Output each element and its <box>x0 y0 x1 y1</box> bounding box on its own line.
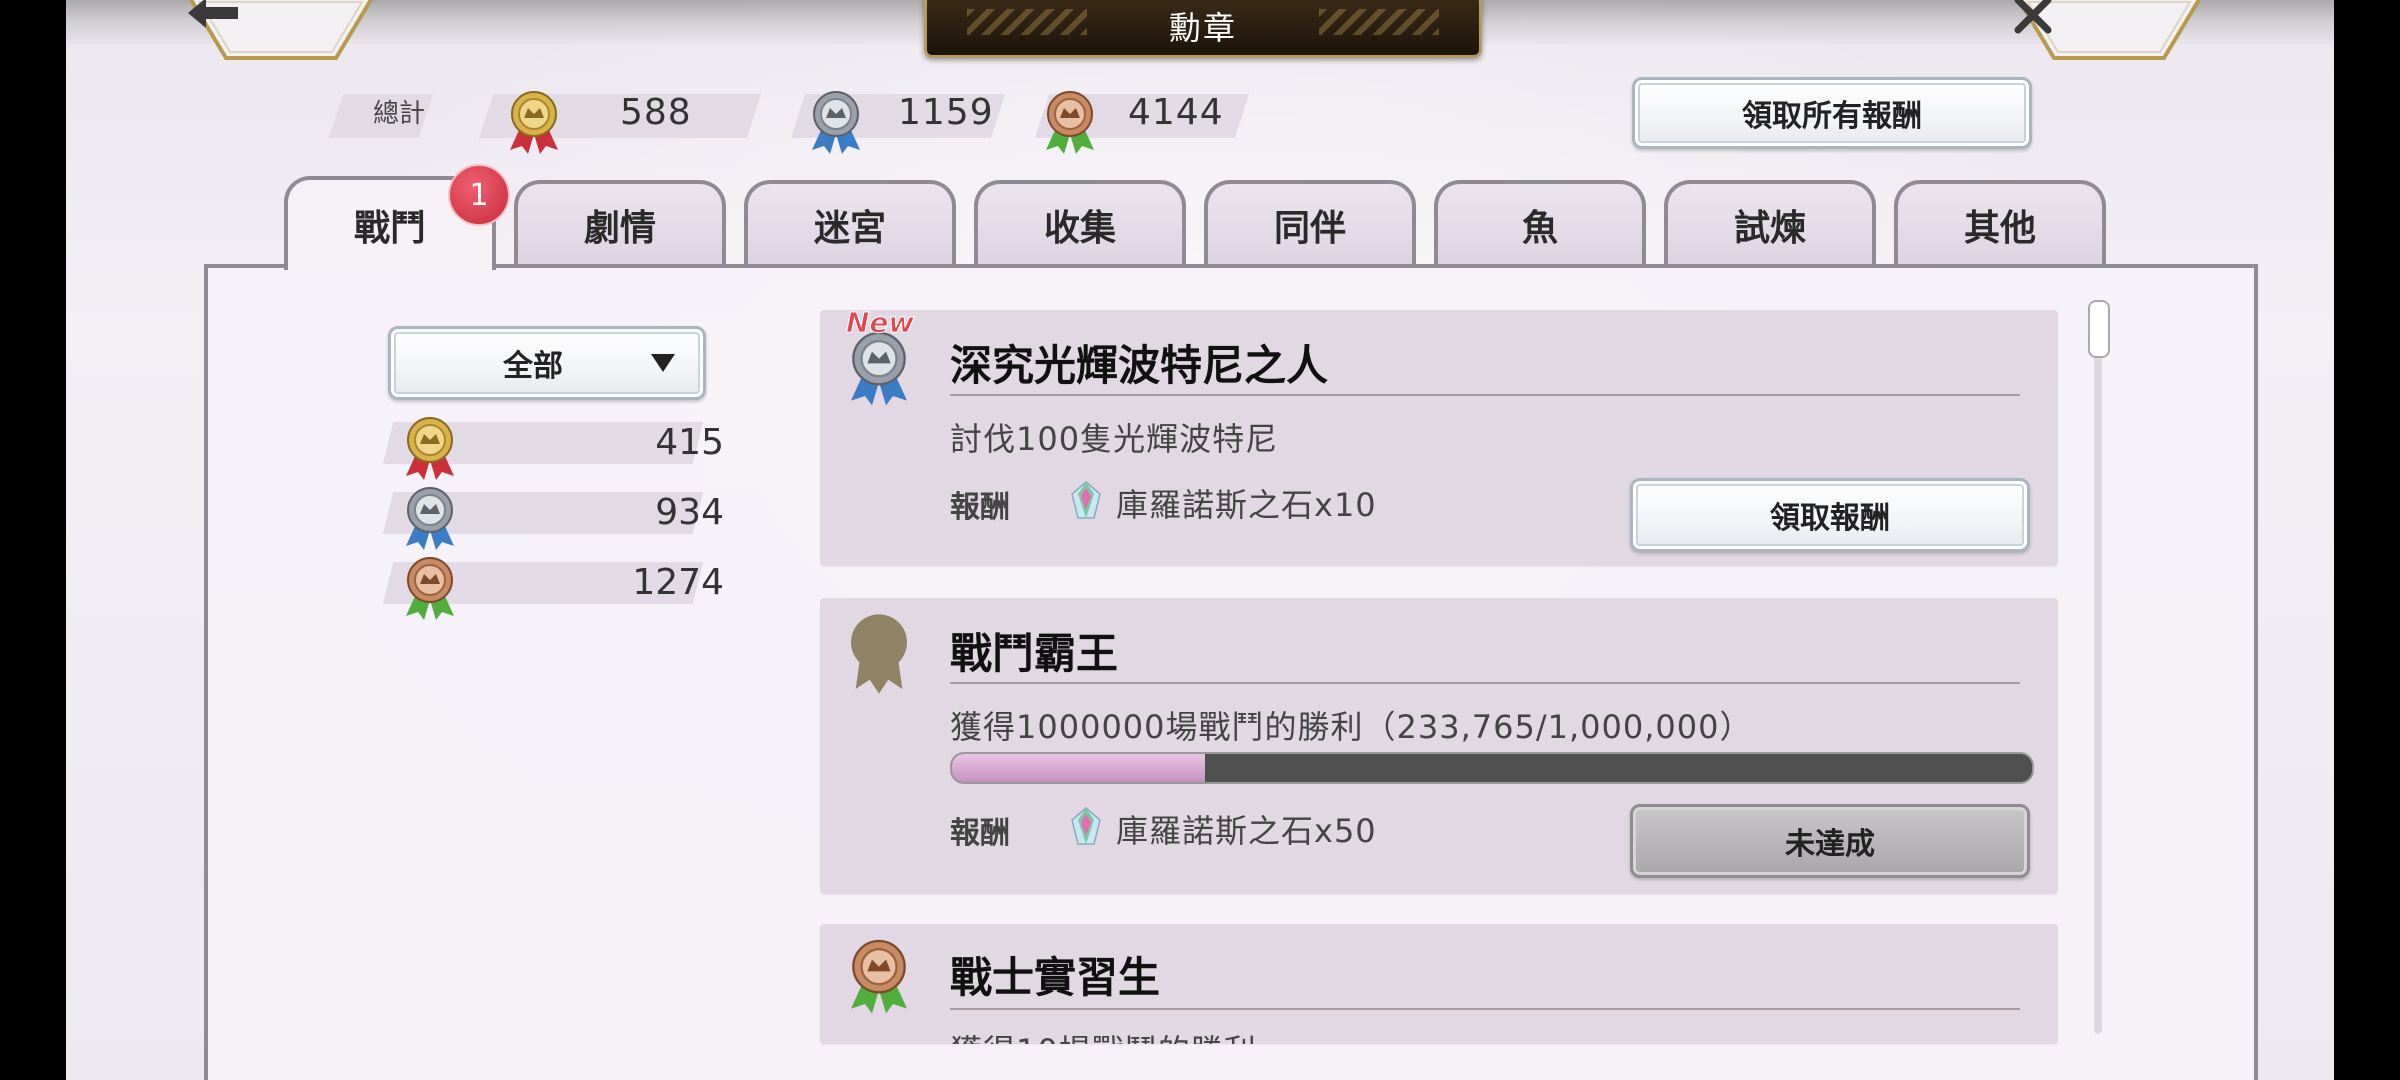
medal-description: 獲得1000000場戰鬥的勝利（233,765/1,000,000） <box>950 708 1753 746</box>
silver-medal-icon <box>406 487 454 550</box>
filter-dropdown[interactable]: 全部 <box>388 326 706 400</box>
scrollbar-track[interactable] <box>2094 300 2102 1034</box>
close-button[interactable] <box>2014 0 2204 62</box>
gold-medal-icon <box>406 417 454 480</box>
medal-title: 深究光輝波特尼之人 <box>950 341 1329 390</box>
tab-companion[interactable]: 同伴 <box>1204 180 1416 266</box>
title-divider <box>950 682 2020 684</box>
page-title: 勳章 <box>1168 9 1237 47</box>
chronos-stone-icon <box>1071 481 1101 519</box>
not-achieved-button: 未達成 <box>1630 804 2030 878</box>
chronos-stone-icon <box>1071 807 1101 845</box>
medal-title: 戰士實習生 <box>950 953 1161 1002</box>
progress-fill <box>952 754 1205 782</box>
filter-bronze-count: 1274 <box>632 562 724 603</box>
tab-fish[interactable]: 魚 <box>1434 180 1646 266</box>
filter-gold-count: 415 <box>655 422 724 463</box>
reward-text: 庫羅諾斯之石x50 <box>1116 812 1377 850</box>
tab-story[interactable]: 劇情 <box>514 180 726 266</box>
total-gold-count: 588 <box>620 92 692 133</box>
tab-other[interactable]: 其他 <box>1894 180 2106 266</box>
silver-medal-icon <box>851 331 907 406</box>
title-divider <box>950 1008 2020 1010</box>
claim-reward-button[interactable]: 領取報酬 <box>1630 478 2030 552</box>
reward-label: 報酬 <box>950 490 1010 525</box>
total-silver-count: 1159 <box>898 92 994 133</box>
medal-card: 戰士實習生 獲得10場戰鬥的勝利 <box>820 924 2058 1044</box>
title-divider <box>950 394 2020 396</box>
tab-collection[interactable]: 收集 <box>974 180 1186 266</box>
reward-text: 庫羅諾斯之石x10 <box>1116 486 1377 524</box>
tab-trial[interactable]: 試煉 <box>1664 180 1876 266</box>
game-screen: 勳章 總計 588 1159 4144 領取所有報酬 戰鬥 劇情 迷宮 收集 同… <box>66 0 2334 1080</box>
silver-medal-icon <box>812 91 860 154</box>
tab-labyrinth[interactable]: 迷宮 <box>744 180 956 266</box>
back-button[interactable] <box>186 0 376 62</box>
locked-medal-icon <box>851 614 907 694</box>
total-bronze-count: 4144 <box>1128 92 1224 133</box>
reward-label: 報酬 <box>950 816 1010 851</box>
medal-title: 戰鬥霸王 <box>950 629 1119 678</box>
bronze-medal-icon <box>1046 91 1094 154</box>
close-icon <box>2014 0 2204 56</box>
medal-card: 戰鬥霸王 獲得1000000場戰鬥的勝利（233,765/1,000,000） … <box>820 598 2058 894</box>
tab-notification-badge: 1 <box>448 164 510 226</box>
title-plate: 勳章 <box>924 0 1482 58</box>
filter-silver-count: 934 <box>655 492 724 533</box>
medal-card: New 深究光輝波特尼之人 討伐100隻光輝波特尼 報酬 庫羅諾斯之石x10 領… <box>820 306 2058 566</box>
chevron-down-icon <box>651 354 675 372</box>
progress-bar <box>950 752 2034 784</box>
new-tag: New <box>845 306 915 340</box>
medal-description: 獲得10場戰鬥的勝利 <box>950 1026 1257 1044</box>
bronze-medal-icon <box>406 557 454 620</box>
claim-all-button[interactable]: 領取所有報酬 <box>1632 77 2032 149</box>
total-label: 總計 <box>373 99 426 129</box>
scrollbar-thumb[interactable] <box>2088 300 2110 358</box>
gold-medal-icon <box>510 91 558 154</box>
bronze-medal-icon <box>851 939 907 1014</box>
medal-description: 討伐100隻光輝波特尼 <box>950 420 1279 458</box>
back-arrow-icon <box>186 0 376 56</box>
filter-selected-label: 全部 <box>503 349 563 384</box>
